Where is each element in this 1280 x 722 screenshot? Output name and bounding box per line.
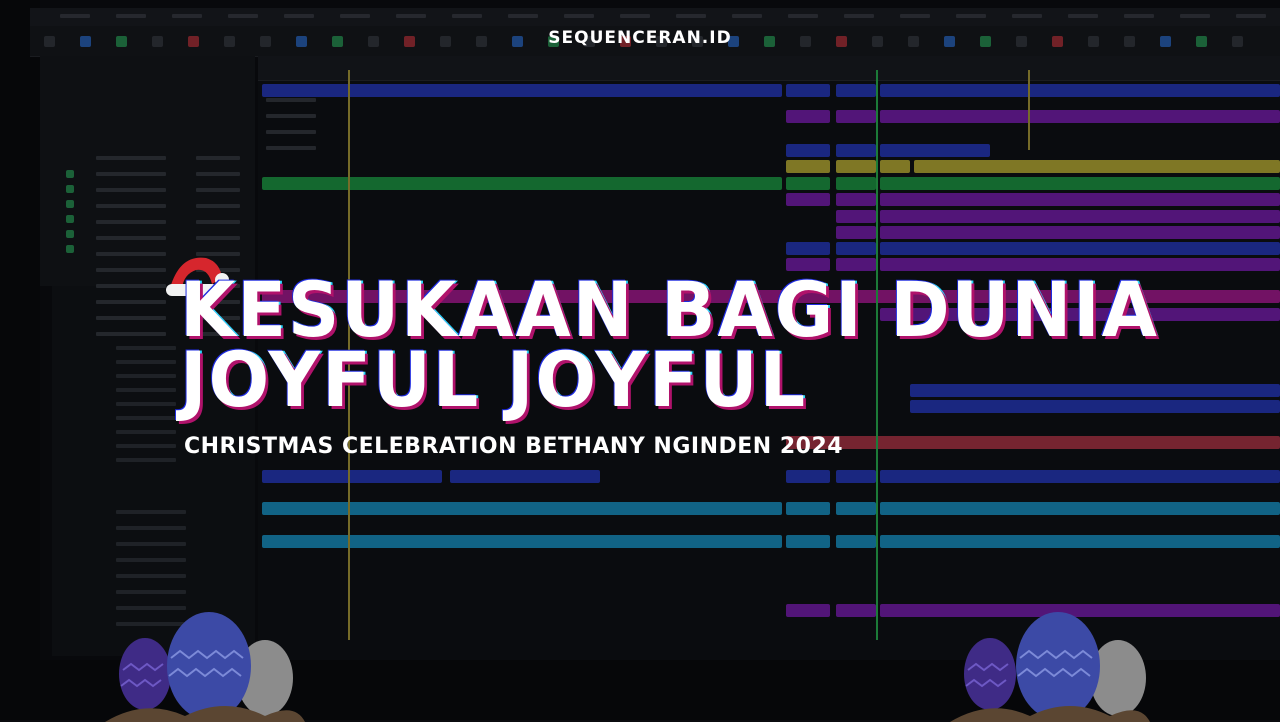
easter-eggs-icon bbox=[105, 612, 305, 722]
song-title-line-2: JOYFUL JOYFUL bbox=[180, 335, 807, 424]
brand-label: SEQUENCERAN.ID bbox=[548, 28, 732, 48]
event-subtitle: CHRISTMAS CELEBRATION BETHANY NGINDEN 20… bbox=[184, 434, 844, 459]
easter-eggs-icon bbox=[950, 612, 1150, 722]
